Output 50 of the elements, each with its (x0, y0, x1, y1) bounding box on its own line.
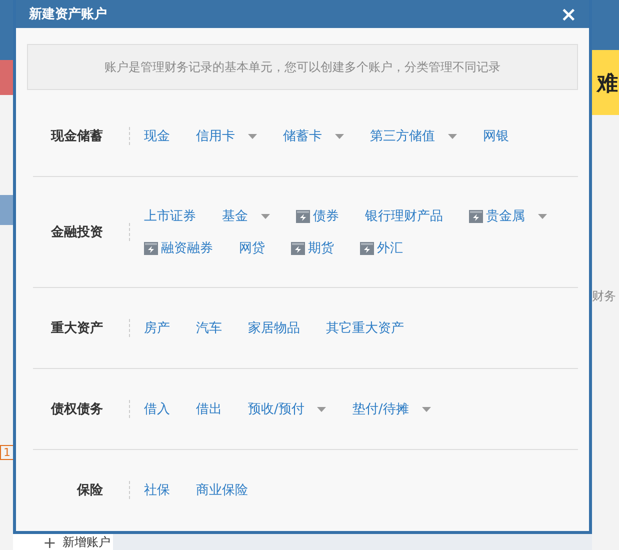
description-text: 账户是管理财务记录的基本单元，您可以创建多个账户，分类管理不同记录 (104, 58, 500, 76)
account-type-link[interactable]: 其它重大资产 (326, 319, 404, 337)
add-account-link[interactable]: 新增账户 (62, 534, 110, 550)
account-type-link[interactable]: 家居物品 (248, 319, 300, 337)
bolt-icon (296, 210, 310, 222)
account-type-link[interactable]: 网贷 (239, 239, 265, 257)
dialog-title: 新建资产账户 (29, 6, 107, 23)
account-type-link[interactable]: 借出 (196, 400, 222, 418)
account-type-link[interactable]: 垫付/待摊 (352, 400, 431, 418)
account-type-link[interactable]: 债券 (296, 207, 339, 225)
close-button[interactable]: × (558, 4, 579, 24)
account-type-link[interactable]: 汽车 (196, 319, 222, 337)
account-type-link[interactable]: 上市证券 (144, 207, 196, 225)
account-type-link[interactable]: 借入 (144, 400, 170, 418)
account-type-link[interactable]: 信用卡 (196, 127, 257, 145)
category-label: 金融投资 (50, 224, 103, 241)
category-label: 债权债务 (50, 401, 103, 418)
account-type-link[interactable]: 社保 (144, 481, 170, 499)
caret-icon (261, 214, 270, 218)
sidebar-highlight (0, 195, 13, 225)
background-text: 财务 (592, 288, 617, 305)
banner-strip (0, 60, 13, 95)
bolt-icon (360, 242, 374, 254)
account-type-link[interactable]: 第三方储值 (370, 127, 457, 145)
caret-icon (317, 406, 326, 412)
plus-icon: + (43, 532, 56, 550)
caret-icon (422, 406, 431, 412)
caret-icon (248, 134, 257, 138)
category-label: 重大资产 (50, 320, 103, 337)
bolt-icon (144, 242, 158, 254)
bolt-icon (291, 242, 305, 254)
account-type-link[interactable]: 房产 (144, 319, 170, 337)
account-type-link[interactable]: 现金 (144, 127, 170, 145)
caret-icon (448, 134, 457, 138)
account-type-link[interactable]: 储蓄卡 (283, 127, 344, 145)
account-type-link[interactable]: 网银 (483, 127, 509, 145)
category-label: 保险 (76, 482, 103, 499)
account-type-link[interactable]: 期货 (291, 239, 334, 257)
account-type-link[interactable]: 贵金属 (469, 207, 547, 225)
account-type-link[interactable]: 银行理财产品 (365, 207, 443, 225)
caret-icon (538, 214, 547, 218)
account-type-link[interactable]: 商业保险 (196, 481, 248, 499)
caret-icon (335, 134, 344, 138)
account-type-link[interactable]: 基金 (222, 207, 270, 225)
account-type-link[interactable]: 外汇 (360, 239, 403, 257)
category-label: 现金储蓄 (50, 128, 103, 145)
bolt-icon (469, 210, 483, 222)
account-type-link[interactable]: 预收/预付 (248, 400, 326, 418)
account-type-link[interactable]: 融资融券 (144, 239, 213, 257)
background-heading: 难 (597, 70, 619, 96)
